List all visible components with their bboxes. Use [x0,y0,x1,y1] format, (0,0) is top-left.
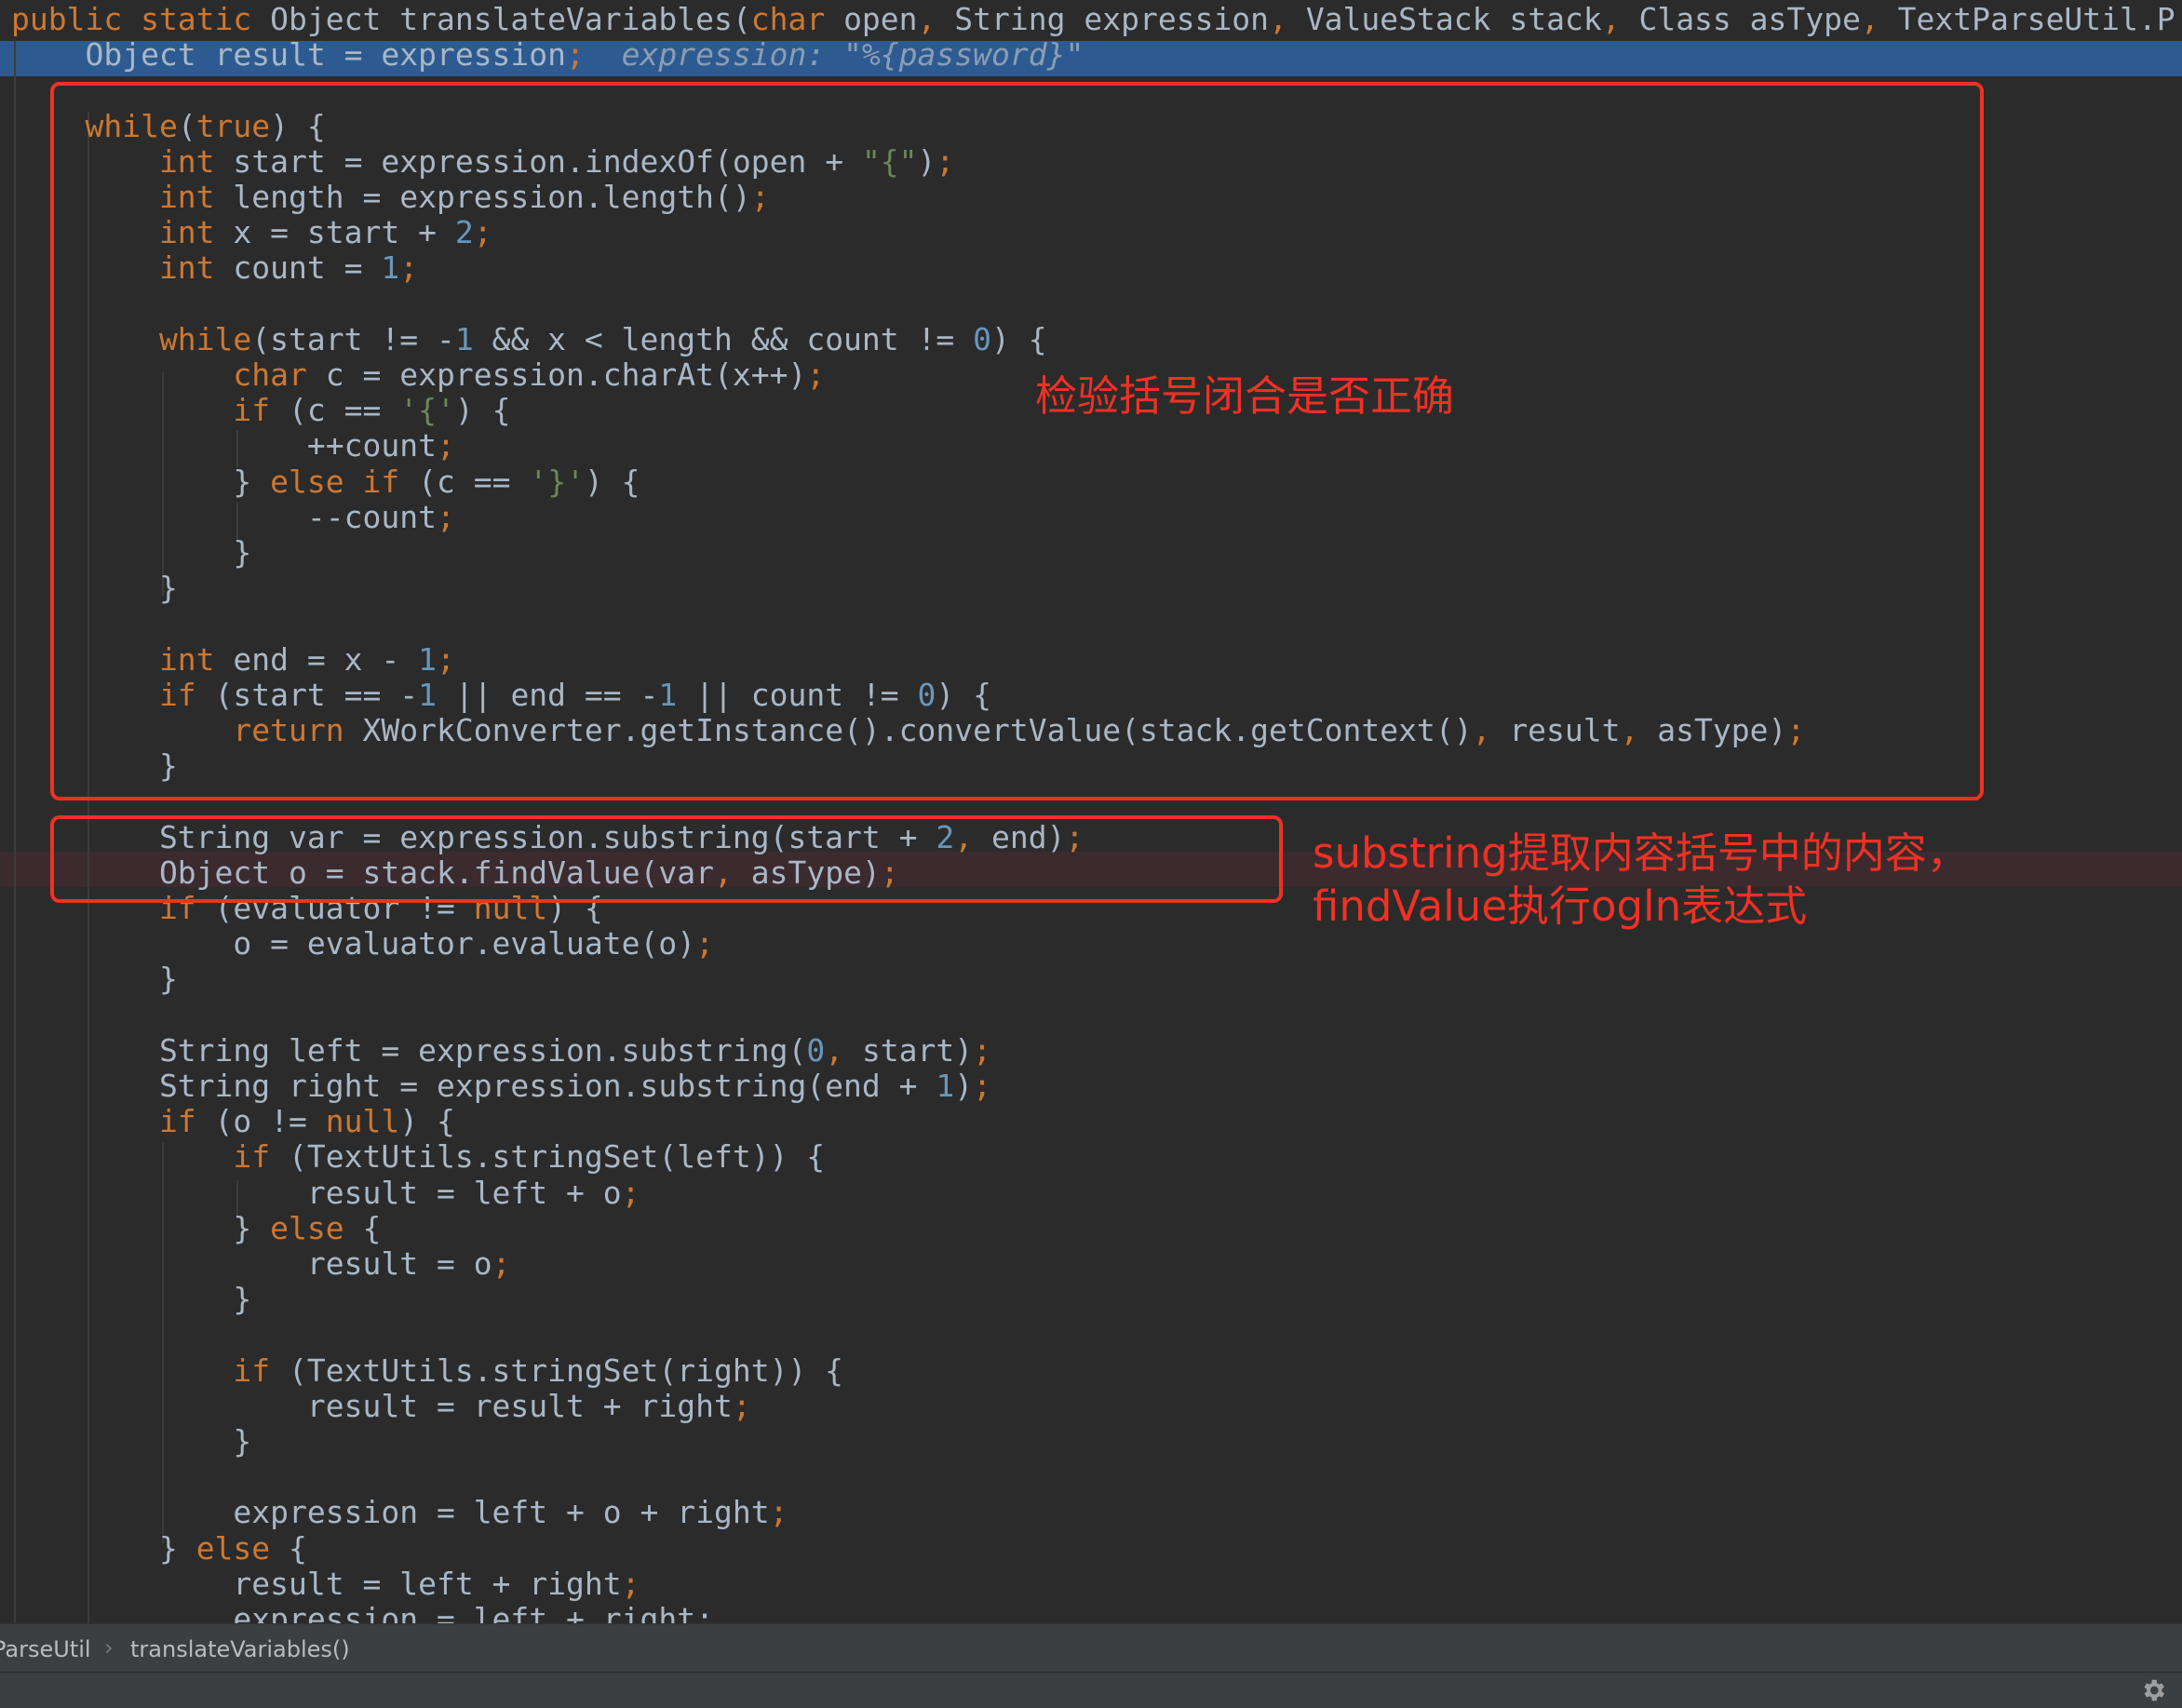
code-token: result = left + right [11,1565,622,1602]
code-token: , [917,1,955,37]
code-token: if [11,1352,290,1389]
annotation-text-bracket-check: 检验括号闭合是否正确 [1035,371,1455,421]
annotation-box-bracket-check [50,82,1984,800]
code-line[interactable]: } [11,1424,251,1459]
code-token: ; [492,1245,511,1282]
code-token: , [1860,1,1898,37]
code-line[interactable]: result = o; [11,1245,511,1282]
code-token: TextParseUtil.P [1897,1,2175,37]
code-token: ; [973,1068,992,1104]
code-token: String left = expression.substring( [11,1031,807,1069]
code-token: } [11,1281,252,1318]
code-token: ; [566,36,585,74]
code-line[interactable]: result = left + o; [11,1174,640,1211]
code-token: { [362,1209,382,1246]
code-line[interactable]: } else { [11,1529,307,1567]
code-line[interactable]: } [11,962,178,997]
annotation-box-substring [50,815,1283,903]
code-token: String right = expression.substring(end … [11,1068,936,1104]
debug-inline-value: expression: "%{password}" [621,36,1084,74]
code-token: o = evaluator.evaluate(o) [11,925,696,962]
code-token: char [750,1,844,37]
code-token: ; [621,1565,640,1602]
code-token: , [825,1031,862,1069]
code-token: else [270,1209,363,1246]
code-line[interactable]: if (TextUtils.stringSet(left)) { [11,1139,825,1175]
code-token: } [11,1209,271,1246]
code-token: expression = left + o + right [11,1494,770,1531]
annotation-text-substring-line2: findValue执行ogln表达式 [1313,881,1808,931]
breadcrumb-method[interactable]: translateVariables() [130,1636,350,1662]
code-token: ) { [399,1103,455,1140]
code-line[interactable]: if (TextUtils.stringSet(right)) { [11,1352,844,1389]
code-token: Object result = expression [11,36,567,74]
code-token: } [11,961,178,998]
code-token: 1 [936,1068,955,1104]
code-editor[interactable]: public static Object translateVariables(… [0,0,2182,1623]
code-token: String expression [954,1,1270,37]
code-token: public static [11,1,271,37]
breadcrumb-separator-icon: › [104,1634,114,1661]
code-token: { [289,1529,307,1567]
code-token: , [1269,1,1306,37]
status-bar [0,1672,2182,1708]
breadcrumb-class[interactable]: ParseUtil [0,1636,91,1662]
code-token: else [195,1529,290,1567]
code-token: expression = left + right; [11,1601,714,1624]
code-token: ; [695,925,714,962]
code-token: } [11,1529,196,1567]
code-token: ; [732,1387,751,1424]
code-token: ValueStack stack [1305,1,1602,37]
code-line[interactable]: String right = expression.substring(end … [11,1069,991,1104]
code-line[interactable]: String left = expression.substring(0, st… [11,1031,992,1069]
code-token: result = o [11,1245,492,1282]
code-token: (TextUtils.stringSet(left)) { [289,1138,826,1176]
gear-icon[interactable] [2139,1676,2167,1704]
code-token: ; [973,1031,992,1069]
code-line[interactable]: o = evaluator.evaluate(o); [11,926,714,962]
code-token: open [843,1,918,37]
code-token: if [11,1138,290,1176]
code-line[interactable]: } [11,1282,251,1317]
code-token: start) [861,1031,974,1069]
code-token: if [11,1103,215,1140]
code-token: (o != [214,1103,326,1140]
annotation-text-substring-line1: substring提取内容括号中的内容， [1313,828,1969,878]
code-line[interactable]: Object result = expression; expression: … [11,37,1084,73]
code-line[interactable]: expression = left + right; [11,1601,714,1624]
code-line[interactable]: } else { [11,1209,382,1246]
code-token: Class asType [1638,1,1861,37]
code-token: ; [769,1494,788,1531]
code-token: ) [954,1068,974,1104]
code-token: null [325,1103,400,1140]
code-token: } [11,1423,252,1459]
code-token: result = result + right [11,1387,733,1424]
code-line[interactable]: result = left + right; [11,1565,640,1602]
breadcrumb: ParseUtil › translateVariables() [0,1623,2182,1673]
code-line[interactable]: if (o != null) { [11,1104,455,1139]
code-token: ; [621,1174,640,1211]
code-token: , [1601,1,1639,37]
code-token: result = left + o [11,1174,622,1211]
code-token: (TextUtils.stringSet(right)) { [289,1352,844,1389]
code-token: Object translateVariables( [270,1,751,37]
code-line[interactable]: result = result + right; [11,1387,751,1424]
code-line[interactable]: expression = left + o + right; [11,1495,788,1530]
code-token: 0 [806,1031,826,1069]
code-line[interactable]: public static Object translateVariables(… [11,2,2175,37]
